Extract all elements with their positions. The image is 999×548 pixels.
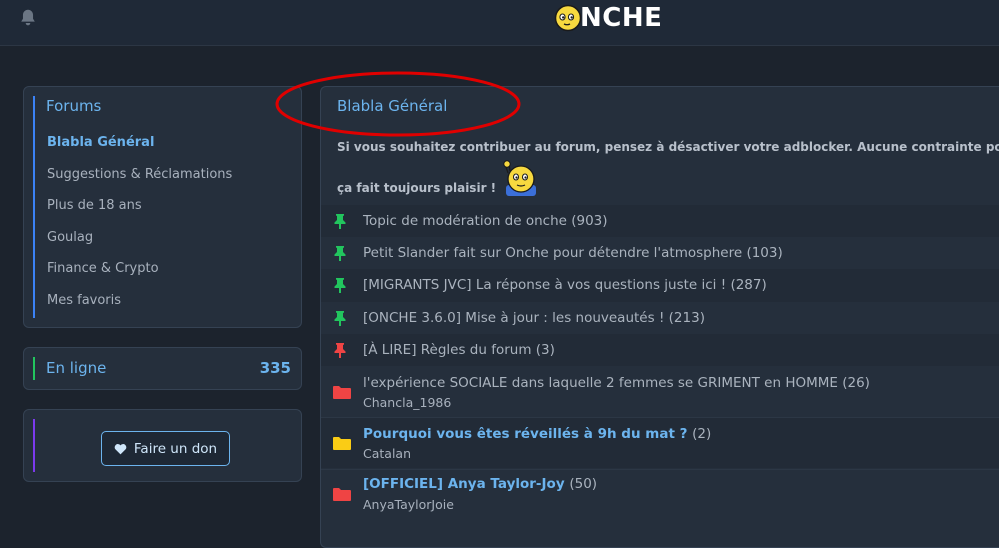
topic-title: [ONCHE 3.6.0] Mise à jour : les nouveaut… [363,310,705,326]
topic-author[interactable]: AnyaTaylorJoie [363,497,454,512]
topic-author[interactable]: Catalan [363,446,411,461]
forums-title: Forums [46,97,102,115]
pin-icon [334,246,346,261]
sidebar-item-goulag[interactable]: Goulag [47,230,93,245]
forums-panel: Forums Blabla Général Suggestions & Récl… [23,86,302,328]
accent-bar [33,419,35,472]
forum-title: Blabla Général [337,97,448,115]
pin-icon [334,311,346,326]
sidebar-item-blabla-general[interactable]: Blabla Général [47,135,154,150]
folder-icon [333,488,351,501]
site-logo[interactable]: NCHE [554,2,662,34]
accent-bar [33,96,35,318]
top-bar: NCHE [0,0,999,46]
forum-notice-line2: ça fait toujours plaisir ! [337,160,542,197]
pinned-topic-row[interactable]: [À LIRE] Règles du forum (3) [321,334,999,366]
sidebar-item-finance-crypto[interactable]: Finance & Crypto [47,261,159,276]
topic-row[interactable]: Pourquoi vous êtes réveillés à 9h du mat… [321,418,999,468]
topic-row[interactable]: l'expérience SOCIALE dans laquelle 2 fem… [321,366,999,416]
topic-title: [MIGRANTS JVC] La réponse à vos question… [363,277,767,293]
sidebar-item-mes-favoris[interactable]: Mes favoris [47,293,121,308]
online-panel[interactable]: En ligne 335 [23,347,302,390]
logo-face-icon [554,4,582,32]
forum-notice: Si vous souhaitez contribuer au forum, p… [337,140,999,154]
folder-icon [333,386,351,399]
bell-icon[interactable] [17,7,39,29]
pinned-topic-row[interactable]: [ONCHE 3.6.0] Mise à jour : les nouveaut… [321,302,999,334]
donate-panel: Faire un don [23,409,302,482]
heart-icon [114,443,127,454]
folder-icon [333,437,351,450]
online-count: 335 [259,359,291,377]
topic-row[interactable]: [OFFICIEL] Anya Taylor-Joy (50) AnyaTayl… [321,470,999,528]
donate-label: Faire un don [133,440,218,457]
accent-bar [33,357,35,380]
pinned-topic-row[interactable]: [MIGRANTS JVC] La réponse à vos question… [321,269,999,302]
sidebar-item-suggestions[interactable]: Suggestions & Réclamations [47,167,232,182]
online-label: En ligne [46,359,107,377]
pinned-topic-row[interactable]: Topic de modération de onche (903) [321,205,999,237]
sidebar-item-18-plus[interactable]: Plus de 18 ans [47,198,142,213]
pin-icon [334,343,346,358]
topic-title: [À LIRE] Règles du forum (3) [363,342,555,358]
topic-author[interactable]: Chancla_1986 [363,395,451,410]
topic-title: Topic de modération de onche (903) [363,213,608,229]
waving-smiley-icon [503,160,537,196]
notice-text: ça fait toujours plaisir ! [337,181,497,195]
pinned-topic-row[interactable]: Petit Slander fait sur Onche pour détend… [321,237,999,269]
topic-title: Petit Slander fait sur Onche pour détend… [363,245,783,261]
topic-title: l'expérience SOCIALE dans laquelle 2 fem… [363,375,870,391]
logo-text: NCHE [580,3,663,33]
topic-title: [OFFICIEL] Anya Taylor-Joy (50) [363,476,598,492]
pin-icon [334,278,346,293]
topic-title: Pourquoi vous êtes réveillés à 9h du mat… [363,426,712,442]
pin-icon [334,214,346,229]
donate-button[interactable]: Faire un don [101,431,230,466]
